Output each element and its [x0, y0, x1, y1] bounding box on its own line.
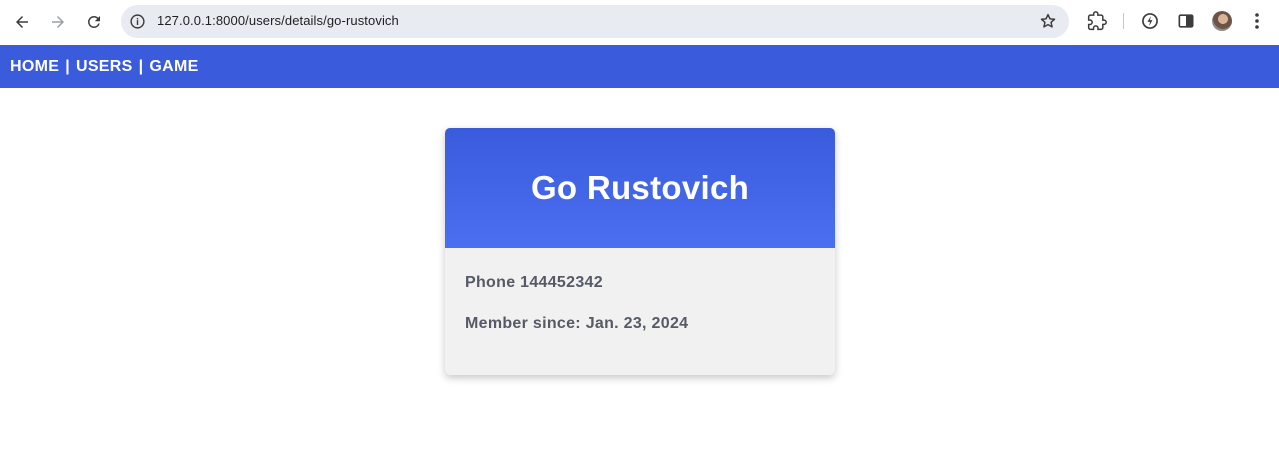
nav-link-users[interactable]: USERS: [76, 58, 133, 76]
address-bar[interactable]: 127.0.0.1:8000/users/details/go-rustovic…: [121, 5, 1069, 38]
url-text[interactable]: 127.0.0.1:8000/users/details/go-rustovic…: [157, 13, 399, 28]
phone-line: Phone 144452342: [465, 274, 815, 292]
forward-icon: [52, 16, 64, 28]
back-icon: [16, 16, 28, 28]
nav-link-game[interactable]: GAME: [149, 58, 198, 76]
browser-toolbar: 127.0.0.1:8000/users/details/go-rustovic…: [0, 0, 1279, 44]
member-since-line: Member since: Jan. 23, 2024: [465, 315, 815, 333]
member-since-label: Member since:: [465, 315, 581, 332]
nav-links: HOME | USERS | GAME: [10, 58, 199, 76]
phone-label: Phone: [465, 274, 516, 291]
forward-button[interactable]: [44, 8, 72, 36]
nav-separator: |: [65, 57, 70, 75]
bookmark-star-icon[interactable]: [1039, 12, 1057, 30]
member-since-value: Jan. 23, 2024: [585, 315, 689, 332]
nav-link-home[interactable]: HOME: [10, 58, 59, 76]
card-body: Phone 144452342 Member since: Jan. 23, 2…: [445, 248, 835, 333]
reload-icon: [87, 15, 100, 28]
user-details-card: Go Rustovich Phone 144452342 Member sinc…: [445, 128, 835, 375]
side-panel-icon[interactable]: [1176, 11, 1196, 31]
site-info-icon[interactable]: [129, 13, 146, 30]
nav-separator: |: [138, 57, 144, 75]
performance-icon[interactable]: [1140, 11, 1160, 31]
toolbar-separator: [1123, 13, 1124, 29]
phone-value: 144452342: [520, 274, 603, 291]
extensions-icon[interactable]: [1087, 11, 1107, 31]
profile-avatar[interactable]: [1212, 11, 1232, 31]
site-navbar: HOME | USERS | GAME: [0, 45, 1279, 88]
reload-button[interactable]: [80, 8, 108, 36]
user-name: Go Rustovich: [530, 169, 750, 206]
menu-icon[interactable]: [1250, 11, 1264, 31]
card-header: Go Rustovich: [445, 128, 835, 248]
back-button[interactable]: [8, 8, 36, 36]
